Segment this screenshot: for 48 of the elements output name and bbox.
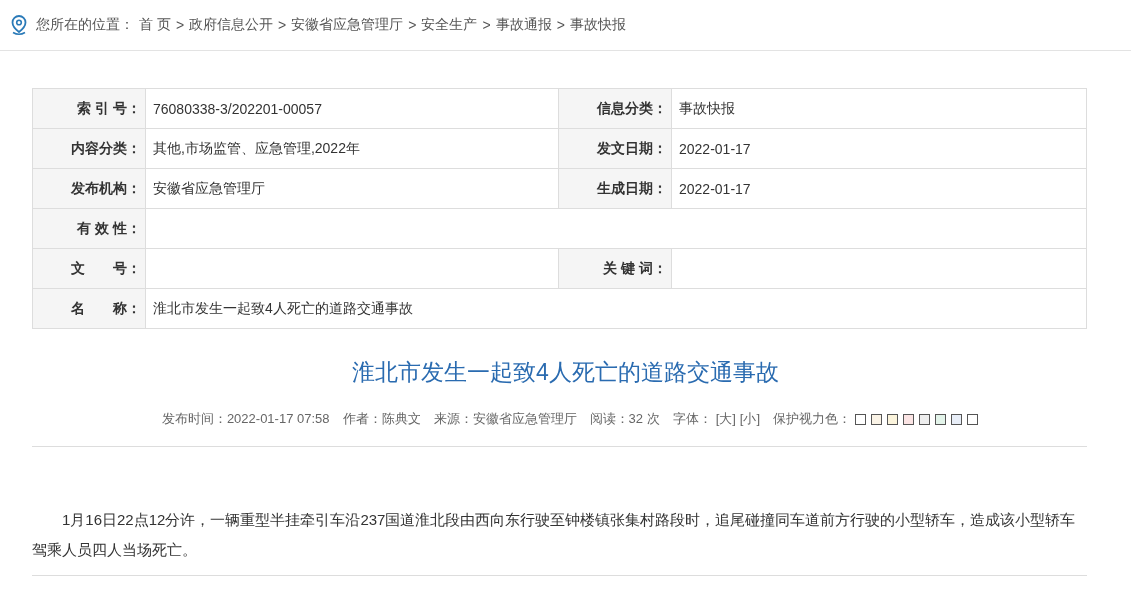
breadcrumb-link[interactable]: 事故快报: [569, 16, 626, 34]
breadcrumb-separator: >: [408, 17, 417, 33]
breadcrumb-separator: >: [482, 17, 491, 33]
field-value: 淮北市发生一起致4人死亡的道路交通事故: [146, 289, 1087, 329]
breadcrumb-link[interactable]: 安全生产: [421, 16, 478, 34]
field-value: 事故快报: [672, 89, 1087, 129]
field-label: 索 引 号：: [33, 89, 146, 129]
field-label: 有 效 性：: [33, 209, 146, 249]
field-label: 发文日期：: [559, 129, 672, 169]
breadcrumb-link[interactable]: 政府信息公开: [189, 16, 274, 34]
field-label: 内容分类：: [33, 129, 146, 169]
color-swatch[interactable]: [903, 413, 915, 425]
color-swatch[interactable]: [967, 413, 979, 425]
author-text: 作者：陈典文: [342, 410, 421, 428]
field-label: 发布机构：: [33, 169, 146, 209]
font-large-link[interactable]: [大]: [715, 410, 736, 428]
field-label: 文 号：: [33, 249, 146, 289]
field-value: 2022-01-17: [672, 169, 1087, 209]
read-count: 阅读：32 次: [589, 410, 660, 428]
eye-care-label: 保护视力色：: [773, 410, 852, 428]
field-label: 名 称：: [33, 289, 146, 329]
breadcrumb-link[interactable]: 首 页: [139, 16, 171, 34]
field-value: 其他,市场监管、应急管理,2022年: [146, 129, 559, 169]
publish-time: 发布时间：2022-01-17 07:58: [161, 410, 330, 428]
breadcrumb-separator: >: [556, 17, 565, 33]
color-swatch[interactable]: [887, 413, 899, 425]
color-swatch[interactable]: [855, 413, 867, 425]
breadcrumb-separator: >: [278, 17, 287, 33]
field-value: 安徽省应急管理厅: [146, 169, 559, 209]
color-swatch[interactable]: [935, 413, 947, 425]
location-pin-icon: [10, 14, 28, 36]
breadcrumb-link[interactable]: 事故通报: [495, 16, 552, 34]
field-label: 生成日期：: [559, 169, 672, 209]
breadcrumb-separator: >: [175, 17, 185, 33]
field-label: 信息分类：: [559, 89, 672, 129]
article-title: 淮北市发生一起致4人死亡的道路交通事故: [351, 358, 780, 387]
font-size-label: 字体：: [672, 410, 712, 428]
field-value: 2022-01-17: [672, 129, 1087, 169]
field-label: 关 键 词：: [559, 249, 672, 289]
field-value: 76080338-3/202201-00057: [146, 89, 559, 129]
breadcrumb-label: 您所在的位置：: [36, 16, 134, 34]
color-swatch[interactable]: [951, 413, 963, 425]
color-swatch[interactable]: [871, 413, 883, 425]
source-text: 来源：安徽省应急管理厅: [433, 410, 577, 428]
article-paragraph: 1月16日22点12分许，一辆重型半挂牵引车沿237国道淮北段由西向东行驶至钟楼镇张集村路段时，追尾碰撞同车道前方行驶的小型轿车，造成该小型轿车驾乘人员四人当场死亡。: [32, 510, 1077, 560]
breadcrumb-link[interactable]: 安徽省应急管理厅: [291, 16, 404, 34]
color-swatch[interactable]: [919, 413, 931, 425]
font-small-link[interactable]: [小]: [739, 410, 761, 428]
